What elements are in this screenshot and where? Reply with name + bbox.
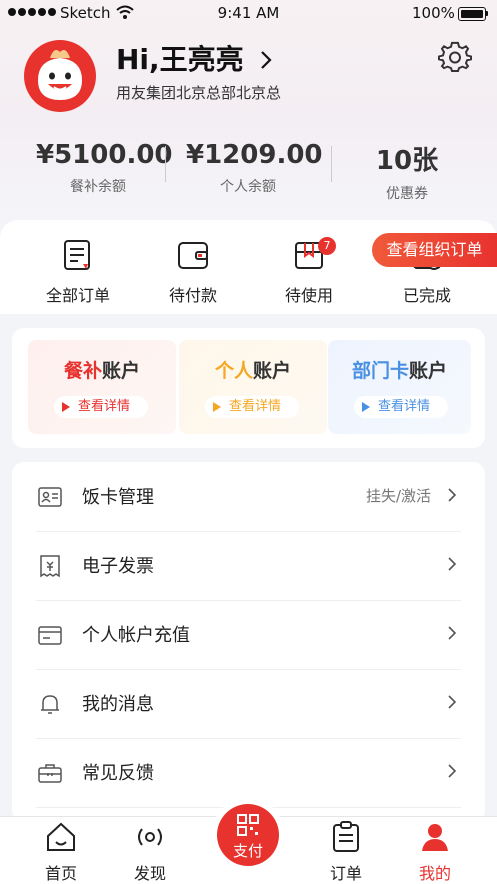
qr-code-icon	[237, 814, 259, 836]
divider	[165, 146, 166, 182]
battery-percent: 100%	[412, 4, 455, 22]
tab-discover[interactable]: 发现	[115, 820, 185, 884]
order-list-icon	[64, 240, 90, 270]
tab-orders[interactable]: 订单	[311, 820, 381, 884]
pending-use-button[interactable]: 待使用	[259, 238, 359, 306]
wallet-icon	[178, 242, 208, 269]
view-org-orders-button[interactable]: 查看组织订单	[372, 233, 497, 267]
view-details-link[interactable]: 查看详情	[54, 396, 148, 418]
user-greeting[interactable]: Hi,王亮亮	[116, 38, 273, 78]
view-details-link[interactable]: 查看详情	[354, 396, 448, 418]
chevron-right-icon	[448, 695, 457, 709]
coupons-count[interactable]: 10张 优惠券	[360, 140, 454, 203]
avatar[interactable]	[24, 40, 96, 112]
clipboard-icon	[333, 821, 359, 852]
id-card-icon	[38, 487, 62, 507]
chevron-right-icon	[261, 51, 272, 69]
settings-gear-icon[interactable]	[438, 40, 472, 74]
personal-account[interactable]: 个人账户 查看详情	[179, 340, 327, 434]
status-bar: Sketch 9:41 AM 100%	[0, 0, 497, 28]
play-icon	[62, 402, 70, 412]
card-icon	[38, 626, 62, 645]
mascot-avatar-icon	[38, 50, 82, 100]
all-orders-button[interactable]: 全部订单	[28, 238, 128, 306]
invoice-icon	[40, 555, 60, 578]
menu-item-messages[interactable]: 我的消息	[36, 670, 461, 739]
user-icon	[422, 824, 448, 851]
play-icon	[213, 402, 221, 412]
menu-item-meal-card[interactable]: 饭卡管理 挂失/激活	[36, 463, 461, 532]
chevron-right-icon	[448, 488, 457, 502]
briefcase-icon	[38, 764, 62, 783]
bell-icon	[41, 695, 59, 714]
personal-balance[interactable]: ¥1209.00 个人余额	[186, 140, 323, 196]
pending-payment-button[interactable]: 待付款	[143, 238, 243, 306]
pending-use-badge: 7	[318, 237, 336, 255]
meal-subsidy-balance[interactable]: ¥5100.00 餐补余额	[36, 140, 173, 196]
meal-subsidy-account[interactable]: 餐补账户 查看详情	[28, 340, 176, 434]
pay-button[interactable]: 支付	[211, 798, 285, 872]
organization-name: 用友集团北京总部北京总	[116, 84, 282, 102]
battery-icon	[458, 7, 486, 21]
chevron-right-icon	[448, 557, 457, 571]
home-icon	[47, 822, 75, 851]
department-card-account[interactable]: 部门卡账户 查看详情	[328, 340, 471, 434]
chevron-right-icon	[448, 764, 457, 778]
play-icon	[362, 402, 370, 412]
menu-item-personal-topup[interactable]: 个人帐户充值	[36, 601, 461, 670]
view-details-link[interactable]: 查看详情	[205, 396, 299, 418]
divider	[331, 146, 332, 182]
menu-item-e-invoice[interactable]: 电子发票	[36, 532, 461, 601]
tab-mine[interactable]: 我的	[400, 820, 470, 884]
tab-home[interactable]: 首页	[26, 820, 96, 884]
chevron-right-icon	[448, 626, 457, 640]
broadcast-icon	[138, 828, 162, 846]
